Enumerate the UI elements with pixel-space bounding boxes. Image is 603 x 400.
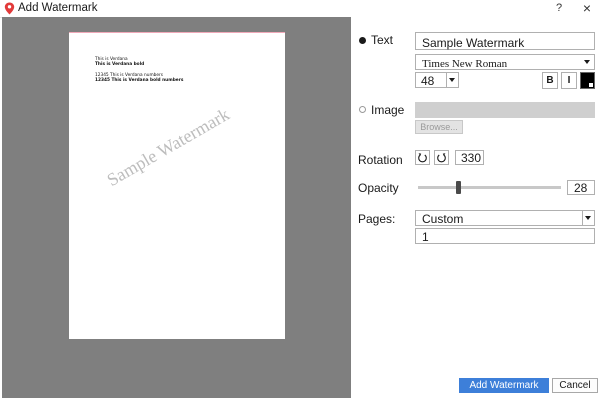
watermark-text-value: Sample Watermark — [422, 36, 525, 50]
opacity-value: 28 — [574, 181, 588, 195]
image-path-field — [415, 102, 595, 118]
rotate-left-button[interactable] — [415, 150, 430, 165]
rotate-right-icon — [437, 153, 446, 163]
browse-button[interactable]: Browse... — [415, 120, 463, 134]
bold-button[interactable]: B — [542, 72, 558, 89]
rotation-value: 330 — [461, 151, 482, 165]
close-button[interactable]: × — [578, 0, 596, 17]
image-radio[interactable] — [359, 106, 366, 113]
pages-range-input[interactable]: 1 — [415, 228, 595, 244]
rotation-label: Rotation — [358, 153, 403, 167]
text-option-label: Text — [371, 33, 394, 47]
rotate-right-button[interactable] — [434, 150, 449, 165]
chevron-down-icon — [582, 211, 594, 225]
pages-range-value: 1 — [422, 230, 429, 244]
pages-label: Pages: — [358, 212, 396, 226]
font-size-value: 48 — [421, 74, 435, 88]
pages-dropdown[interactable]: Custom — [415, 210, 595, 226]
watermark-text-input[interactable]: Sample Watermark — [415, 32, 595, 50]
cancel-button[interactable]: Cancel — [552, 378, 598, 393]
image-option-label: Image — [371, 103, 405, 117]
title-bar: Add Watermark ? × — [0, 0, 603, 18]
window-title: Add Watermark — [18, 2, 98, 14]
opacity-slider-track[interactable] — [418, 186, 561, 189]
chevron-down-icon — [582, 55, 594, 69]
font-value: Times New Roman — [422, 58, 508, 70]
add-watermark-button[interactable]: Add Watermark — [459, 378, 549, 393]
text-radio[interactable] — [359, 37, 366, 44]
font-dropdown[interactable]: Times New Roman — [415, 54, 595, 70]
help-button[interactable]: ? — [551, 1, 567, 16]
watermark-preview-text: Sample Watermark — [103, 103, 233, 191]
font-size-dropdown[interactable]: 48 — [415, 72, 459, 88]
pages-mode-value: Custom — [422, 212, 464, 226]
italic-button[interactable]: I — [561, 72, 577, 89]
rotate-left-icon — [418, 153, 427, 163]
opacity-slider-thumb[interactable] — [456, 181, 461, 194]
chevron-down-icon — [446, 73, 458, 87]
preview-line: This is Verdana bold — [95, 62, 145, 67]
preview-page: This is Verdana This is Verdana bold 123… — [69, 32, 285, 339]
pin-icon — [4, 2, 15, 15]
color-picker[interactable] — [580, 72, 595, 89]
preview-line: 12345 This is Verdana bold numbers — [95, 78, 184, 83]
opacity-label: Opacity — [358, 181, 399, 195]
opacity-input[interactable]: 28 — [567, 180, 595, 195]
rotation-input[interactable]: 330 — [455, 150, 484, 165]
